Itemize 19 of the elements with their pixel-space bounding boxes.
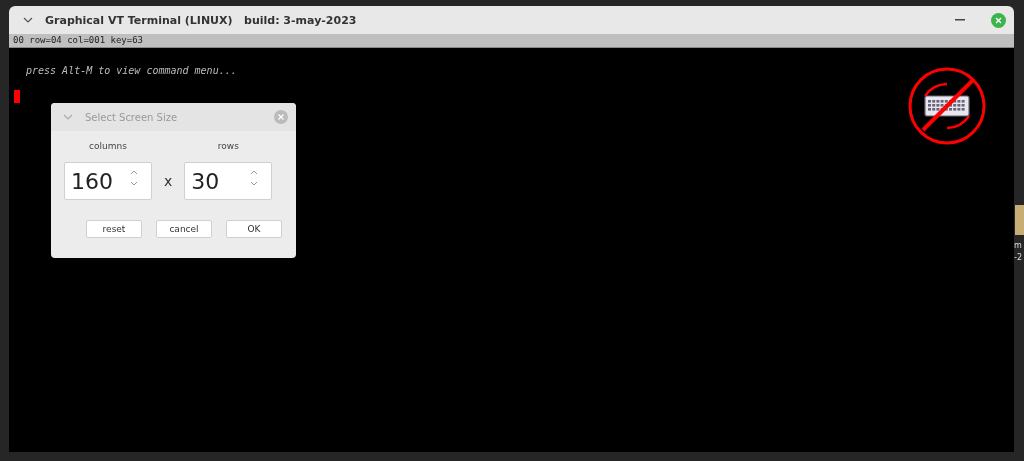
dialog-button[interactable]: cancel bbox=[156, 220, 212, 238]
close-button[interactable] bbox=[991, 12, 1006, 28]
close-button[interactable] bbox=[274, 110, 288, 124]
prompt-text: press Alt-M to view command menu... bbox=[26, 65, 237, 76]
dialog-button[interactable]: reset bbox=[86, 220, 142, 238]
close-icon[interactable] bbox=[278, 114, 284, 120]
times-sign: x bbox=[164, 172, 173, 191]
field-label: rows bbox=[217, 141, 239, 151]
chevron-icon[interactable] bbox=[23, 17, 33, 23]
dialog-button[interactable]: OK bbox=[226, 220, 282, 238]
number-field[interactable]: 160 bbox=[64, 162, 152, 200]
number-field[interactable]: 30 bbox=[184, 162, 273, 200]
dialog-title: Select Screen Size bbox=[85, 111, 179, 123]
icon-label: m bbox=[1014, 240, 1022, 252]
icon-label: -2 bbox=[1014, 252, 1022, 264]
minimize-icon[interactable] bbox=[955, 19, 965, 21]
close-icon[interactable] bbox=[995, 16, 1002, 24]
window-title: Graphical VT Terminal (LINUX) build: 3-may-2023 bbox=[45, 13, 358, 27]
field-label: columns bbox=[89, 141, 127, 151]
